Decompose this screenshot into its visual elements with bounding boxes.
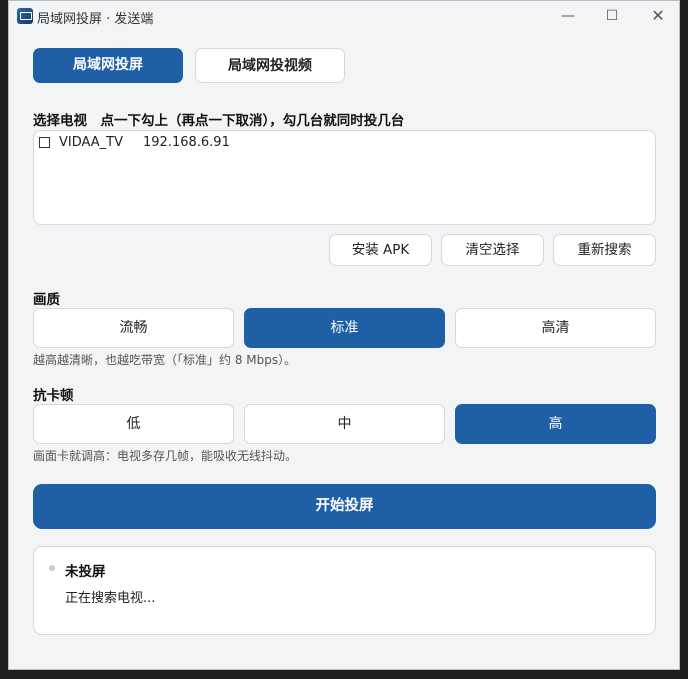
quality-option-smooth[interactable]: 流畅	[33, 308, 234, 348]
app-cast-icon	[17, 8, 33, 24]
status-detail: 正在搜索电视...	[65, 591, 156, 606]
quality-option-standard[interactable]: 标准	[244, 308, 445, 348]
status-dot-icon	[49, 565, 55, 571]
anti-stutter-option-high[interactable]: 高	[455, 404, 656, 444]
minimize-icon[interactable]: —	[558, 7, 578, 25]
tab-lan-video[interactable]: 局域网投视频	[195, 48, 345, 83]
install-apk-button[interactable]: 安装 APK	[329, 234, 432, 266]
anti-stutter-option-low[interactable]: 低	[33, 404, 234, 444]
status-panel: 未投屏 正在搜索电视...	[33, 546, 656, 635]
quality-label: 画质	[33, 292, 60, 308]
quality-option-hd[interactable]: 高清	[455, 308, 656, 348]
close-icon[interactable]: ✕	[648, 7, 668, 25]
anti-stutter-hint: 画面卡就调高：电视多存几帧，能吸收无线抖动。	[33, 449, 298, 463]
app-window: 局域网投屏 · 发送端 — ☐ ✕ 局域网投屏 局域网投视频 选择电视 点一下勾…	[8, 0, 680, 670]
maximize-icon[interactable]: ☐	[602, 7, 622, 25]
tv-select-label: 选择电视 点一下勾上（再点一下取消），勾几台就同时投几台	[33, 113, 405, 129]
anti-stutter-option-medium[interactable]: 中	[244, 404, 445, 444]
title-bar: 局域网投屏 · 发送端 — ☐ ✕	[9, 1, 679, 31]
device-name: VIDAA_TV	[59, 135, 123, 150]
anti-stutter-label: 抗卡顿	[33, 388, 74, 404]
device-checkbox[interactable]	[39, 137, 50, 148]
status-title: 未投屏	[65, 564, 106, 580]
start-cast-button[interactable]: 开始投屏	[33, 484, 656, 529]
rescan-button[interactable]: 重新搜索	[553, 234, 656, 266]
tab-lan-cast[interactable]: 局域网投屏	[33, 48, 183, 83]
tv-device-item[interactable]: VIDAA_TV 192.168.6.91	[38, 135, 230, 150]
device-ip: 192.168.6.91	[143, 135, 230, 150]
window-title: 局域网投屏 · 发送端	[37, 12, 154, 27]
quality-hint: 越高越清晰，也越吃带宽（「标准」约 8 Mbps）。	[33, 353, 297, 367]
tv-device-list: VIDAA_TV 192.168.6.91	[33, 130, 656, 225]
clear-selection-button[interactable]: 清空选择	[441, 234, 544, 266]
